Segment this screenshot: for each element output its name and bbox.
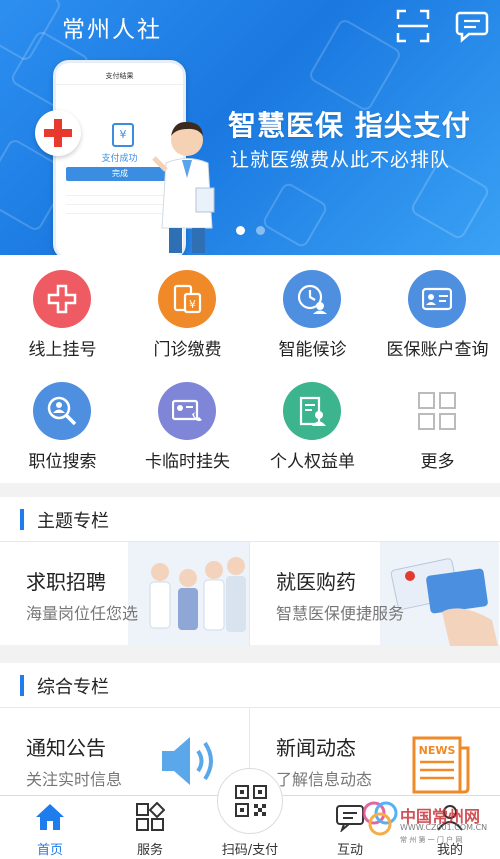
card-subtitle: 了解信息动态 (276, 770, 373, 789)
nav-label: 扫码/支付 (221, 843, 279, 858)
section-header-general: 综合专栏 (0, 663, 500, 707)
service-label: 职位搜索 (28, 452, 97, 472)
card-title: 就医购药 (276, 570, 356, 594)
rights-document-icon (283, 382, 341, 440)
hexagon-decoration (260, 180, 330, 250)
job-seekers-illustration (128, 542, 249, 646)
service-smart-waiting[interactable]: 智能候诊 (250, 255, 375, 367)
payment-bill-icon: ¥ (158, 270, 216, 328)
card-subtitle: 智慧医保便捷服务 (276, 604, 405, 623)
more-grid-icon (408, 382, 466, 440)
card-title: 求职招聘 (26, 570, 106, 594)
app-title: 常州人社 (62, 17, 162, 43)
service-card-report-loss[interactable]: 卡临时挂失 (125, 367, 250, 479)
card-medical-medicine[interactable]: 就医购药 智慧医保便捷服务 (250, 542, 499, 646)
site-watermark: 中国常州网 WWW.CZ001.COM.CN 常 州 第 一 门 户 网 (360, 795, 500, 859)
section-accent-bar (20, 675, 24, 696)
watermark-tagline: 常 州 第 一 门 户 网 (400, 836, 463, 844)
section-accent-bar (20, 509, 24, 530)
service-clinic-payment[interactable]: ¥ 门诊缴费 (125, 255, 250, 367)
watermark-url: WWW.CZ001.COM.CN (400, 823, 488, 832)
card-notices[interactable]: 通知公告 关注实时信息 (0, 708, 249, 796)
nav-home[interactable]: 首页 (0, 796, 100, 859)
banner-slogan-main: 智慧医保 指尖支付 (228, 109, 471, 142)
section-title: 综合专栏 (37, 677, 109, 698)
hexagon-decoration (307, 17, 403, 113)
service-label: 门诊缴费 (153, 340, 222, 360)
hospital-register-icon (33, 270, 91, 328)
promo-banner[interactable]: 常州人社 支付结果 ¥ 支付成功 完成 智慧医保 指尖支付 让就医缴费从此不必排… (0, 0, 500, 255)
message-icon[interactable] (455, 9, 489, 43)
service-label: 线上挂号 (28, 340, 97, 360)
home-icon (36, 804, 64, 830)
scan-pay-button[interactable] (217, 768, 283, 834)
yen-receipt-icon: ¥ (112, 123, 134, 147)
service-label: 智能候诊 (278, 340, 347, 360)
card-subtitle: 海量岗位任您选 (26, 604, 139, 623)
services-grid-icon (136, 802, 165, 831)
doctor-illustration (152, 121, 215, 253)
service-grid: 线上挂号 ¥ 门诊缴费 智能候诊 医保账户查询 职位搜索 卡临时挂失 个人权益单… (0, 255, 500, 483)
nav-services[interactable]: 服务 (100, 796, 200, 859)
card-news[interactable]: NEWS 新闻动态 了解信息动态 (250, 708, 499, 796)
card-subtitle: 关注实时信息 (26, 770, 123, 789)
search-person-icon (33, 382, 91, 440)
phone-screen-title: 支付结果 (56, 63, 183, 85)
insurance-card-illustration (380, 542, 499, 646)
scan-icon[interactable] (396, 9, 430, 43)
card-title: 新闻动态 (276, 736, 356, 760)
service-job-search[interactable]: 职位搜索 (0, 367, 125, 479)
service-label: 更多 (420, 452, 455, 472)
section-title: 主题专栏 (37, 511, 109, 532)
card-phone-icon (158, 382, 216, 440)
qr-code-icon (235, 785, 267, 817)
medical-cross-icon (35, 110, 81, 156)
service-label: 医保账户查询 (386, 340, 489, 360)
service-more[interactable]: 更多 (375, 367, 500, 479)
service-label: 个人权益单 (270, 452, 355, 472)
service-online-register[interactable]: 线上挂号 (0, 255, 125, 367)
nav-label: 服务 (136, 843, 163, 858)
service-label: 卡临时挂失 (145, 452, 230, 472)
newspaper-icon: NEWS (412, 736, 470, 794)
clock-user-icon (283, 270, 341, 328)
card-title: 通知公告 (26, 736, 106, 760)
speaker-icon (162, 737, 213, 785)
service-personal-rights[interactable]: 个人权益单 (250, 367, 375, 479)
section-header-topics: 主题专栏 (0, 497, 500, 541)
card-job-recruitment[interactable]: 求职招聘 海量岗位任您选 (0, 542, 249, 646)
banner-slogan-sub: 让就医缴费从此不必排队 (230, 149, 451, 171)
topic-cards: 求职招聘 海量岗位任您选 就医购药 智慧医保便捷服务 (0, 541, 500, 646)
svg-text:¥: ¥ (189, 298, 196, 311)
nav-label: 首页 (36, 843, 63, 858)
carousel-dot[interactable] (256, 226, 265, 235)
carousel-dot-active[interactable] (236, 226, 245, 235)
svg-text:NEWS: NEWS (419, 744, 456, 757)
watermark-logo-icon (362, 801, 398, 836)
service-insurance-account[interactable]: 医保账户查询 (375, 255, 500, 367)
id-card-icon (408, 270, 466, 328)
